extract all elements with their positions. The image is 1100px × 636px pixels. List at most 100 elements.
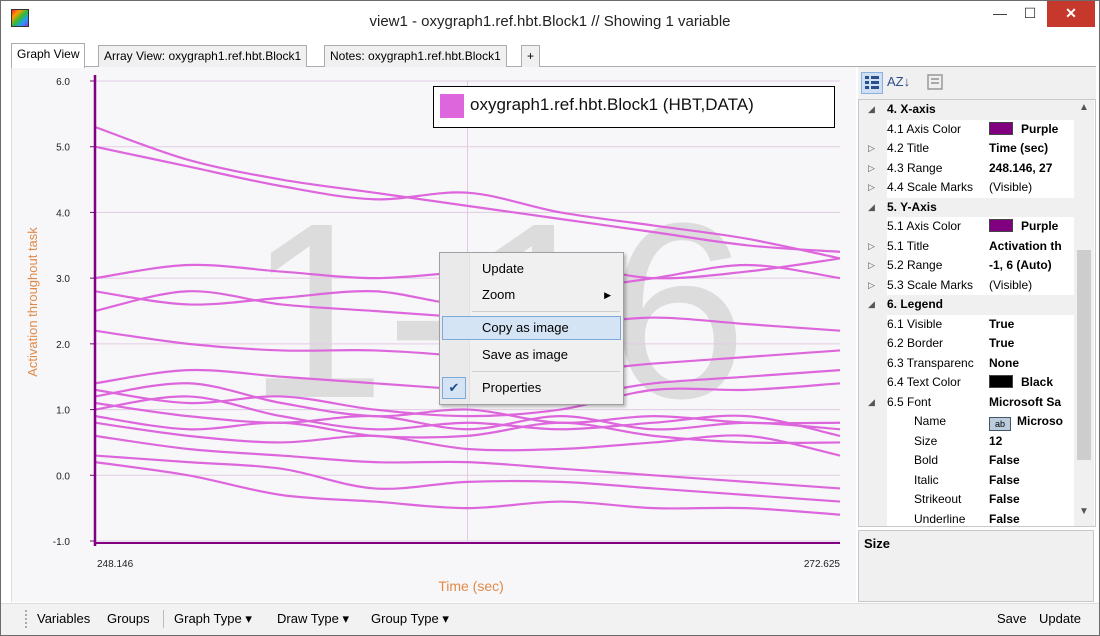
expander-icon[interactable]: ◢ [868,198,875,217]
alphabetical-sort-icon[interactable]: AZ↓ [887,72,910,94]
expander-icon[interactable]: ▷ [868,276,875,295]
property-name: 4.1 Axis Color [887,121,962,136]
property-value[interactable]: -1, 6 (Auto) [989,256,1074,275]
menu-item-zoom[interactable]: Zoom ▶ [442,283,621,307]
property-category[interactable]: ◢ 4. X-axis [859,100,1074,120]
property-row[interactable]: ▷ 4.4 Scale Marks (Visible) [859,178,1074,198]
scroll-up-icon[interactable]: ▲ [1074,102,1094,113]
update-button[interactable]: Update [1039,611,1081,626]
property-value[interactable]: False [989,510,1074,527]
property-grid[interactable]: ◢ 4. X-axis 4.1 Axis Color Purple ▷ 4.2 Title… [858,99,1096,527]
menu-item-properties[interactable]: Properties [442,376,621,400]
x-tick-label: 248.146 [97,559,134,570]
property-row[interactable]: ▷ 4.2 Title Time (sec) [859,139,1074,159]
property-value[interactable]: False [989,490,1074,509]
property-value[interactable]: False [989,471,1074,490]
property-value[interactable]: ab Microso [989,412,1074,431]
property-category[interactable]: ◢ 5. Y-Axis [859,197,1074,217]
property-category-label: 5. Y-Axis [887,199,937,214]
property-value[interactable]: Purple [989,217,1074,236]
color-swatch [989,219,1013,232]
expander-icon[interactable]: ▷ [868,178,875,197]
property-row[interactable]: ▷ 5.3 Scale Marks (Visible) [859,275,1074,295]
expander-icon[interactable]: ◢ [868,393,875,412]
property-row[interactable]: Bold False [859,451,1074,471]
property-row[interactable]: 6.2 Border True [859,334,1074,354]
expander-icon[interactable]: ▷ [868,256,875,275]
menu-item-update[interactable]: Update [442,257,621,281]
categorized-icon[interactable] [861,72,883,94]
line-chart[interactable]: 1-16 6.05.04.03.02.01.00.0-1.0248.146272… [12,67,857,602]
scrollbar-thumb[interactable] [1077,250,1091,460]
property-row[interactable]: Underline False [859,509,1074,527]
property-value[interactable]: 248.146, 27 [989,159,1074,178]
property-row[interactable]: ◢ 6.5 Font Microsoft Sa [859,392,1074,412]
tab-graph-view[interactable]: Graph View [11,43,86,68]
scroll-down-icon[interactable]: ▼ [1074,506,1094,517]
close-button[interactable]: ✕ [1047,1,1095,27]
property-gutter [859,412,887,432]
property-value[interactable]: True [989,334,1074,353]
maximize-button[interactable]: ☐ [1013,1,1047,27]
property-value[interactable]: Black [989,373,1074,392]
property-description-pane: Size [858,530,1094,602]
tab-array-view[interactable]: Array View: oxygraph1.ref.hbt.Block1 [98,45,308,67]
property-row[interactable]: ▷ 5.2 Range -1, 6 (Auto) [859,256,1074,276]
property-value[interactable]: (Visible) [989,276,1074,295]
draw-type-dropdown[interactable]: Draw Type ▾ [277,611,349,627]
y-tick-label: 5.0 [56,143,70,154]
expander-icon[interactable]: ▷ [868,139,875,158]
property-value[interactable]: Time (sec) [989,139,1074,158]
property-value[interactable]: Purple [989,120,1074,139]
property-value-text: 248.146, 27 [989,160,1053,175]
y-tick-label: 3.0 [56,274,70,285]
property-grid-scrollbar[interactable]: ▲ ▼ [1074,100,1094,526]
property-name: Strikeout [914,492,962,506]
save-button[interactable]: Save [997,611,1027,626]
property-value[interactable]: Microsoft Sa [989,393,1074,412]
property-value[interactable]: None [989,354,1074,373]
tab-add[interactable]: + [521,45,541,67]
menu-item-copy-as-image[interactable]: Copy as image [442,316,621,340]
property-name: Underline [914,511,966,526]
graph-view[interactable]: 1-16 6.05.04.03.02.01.00.0-1.0248.146272… [11,67,856,602]
property-row[interactable]: Name ab Microso [859,412,1074,432]
variables-button[interactable]: Variables [37,611,90,626]
property-row[interactable]: 6.4 Text Color Black [859,373,1074,393]
x-axis-label: Time (sec) [438,578,504,594]
color-swatch [989,375,1013,388]
minimize-button[interactable]: — [983,1,1017,27]
property-row[interactable]: 5.1 Axis Color Purple [859,217,1074,237]
graph-type-dropdown[interactable]: Graph Type ▾ [174,611,252,627]
menu-item-save-as-image[interactable]: Save as image [442,343,621,367]
property-row[interactable]: ▷ 4.3 Range 248.146, 27 [859,158,1074,178]
expander-icon[interactable]: ▷ [868,159,875,178]
property-row[interactable]: 4.1 Axis Color Purple [859,119,1074,139]
property-value[interactable]: False [989,451,1074,470]
property-value-text: -1, 6 (Auto) [989,258,1052,272]
property-name: 4.2 Title [887,141,930,155]
y-tick-label: 1.0 [56,406,70,417]
tab-notes[interactable]: Notes: oxygraph1.ref.hbt.Block1 [324,45,507,67]
expander-icon[interactable]: ◢ [868,295,875,314]
expander-icon[interactable]: ◢ [868,100,875,119]
title-bar[interactable]: view1 - oxygraph1.ref.hbt.Block1 // Show… [1,1,1099,41]
expander-icon[interactable]: ▷ [868,237,875,256]
chart-legend[interactable]: oxygraph1.ref.hbt.Block1 (HBT,DATA) [433,86,835,128]
property-pages-icon[interactable] [924,72,946,94]
group-type-dropdown[interactable]: Group Type ▾ [371,611,449,627]
property-value[interactable]: True [989,315,1074,334]
property-row[interactable]: 6.1 Visible True [859,314,1074,334]
property-value[interactable]: 12 [989,432,1074,451]
property-category-label: 4. X-axis [887,102,936,116]
property-row[interactable]: Italic False [859,470,1074,490]
groups-button[interactable]: Groups [107,611,150,626]
property-value[interactable]: Activation th [989,237,1074,256]
property-category[interactable]: ◢ 6. Legend [859,295,1074,315]
menu-item-copy-label: Copy as image [482,320,569,335]
property-row[interactable]: ▷ 5.1 Title Activation th [859,236,1074,256]
property-row[interactable]: Size 12 [859,431,1074,451]
property-value[interactable]: (Visible) [989,178,1074,197]
property-row[interactable]: Strikeout False [859,490,1074,510]
property-row[interactable]: 6.3 Transparenc None [859,353,1074,373]
